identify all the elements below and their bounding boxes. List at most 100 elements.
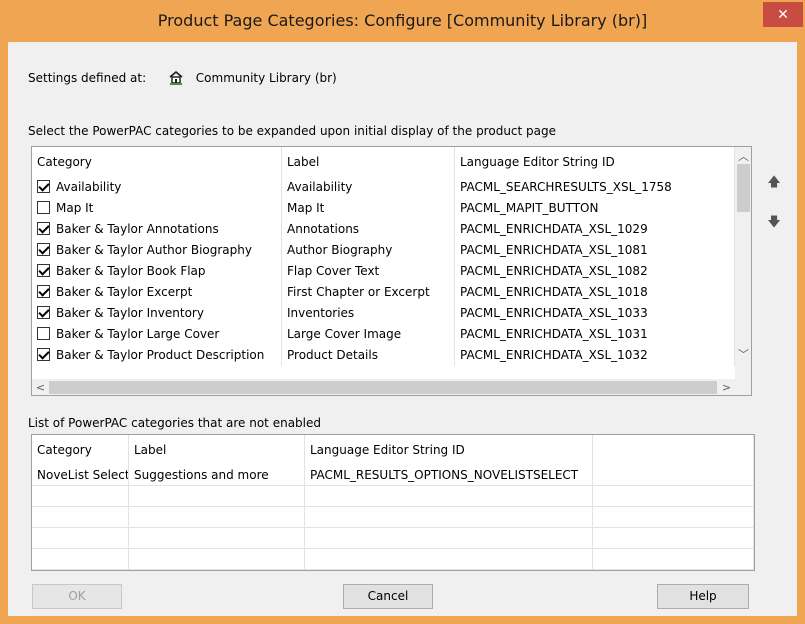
enabled-checkbox[interactable]: [37, 243, 50, 256]
grid-header: Category Label Language Editor String ID: [32, 147, 735, 177]
table-row[interactable]: Baker & Taylor Book Flap Flap Cover Text P…: [32, 261, 735, 282]
category-cell: Baker & Taylor Author Biography: [32, 240, 282, 261]
close-button[interactable]: ✕: [763, 2, 803, 27]
enabled-checkbox[interactable]: [37, 222, 50, 235]
empty-row: [32, 507, 754, 528]
string-id-cell: [305, 507, 593, 528]
move-down-button[interactable]: 🡇: [762, 212, 786, 236]
enabled-checkbox[interactable]: [37, 285, 50, 298]
category-cell: Baker & Taylor Book Flap: [32, 261, 282, 282]
category-cell: Availability: [32, 177, 282, 198]
category-cell: Baker & Taylor Excerpt: [32, 282, 282, 303]
scroll-down-icon[interactable]: ﹀: [735, 345, 751, 362]
dialog-body: Settings defined at: Community Library (…: [8, 42, 797, 616]
string-id-cell: PACML_ENRICHDATA_XSL_1033: [455, 303, 735, 324]
enabled-categories-grid[interactable]: Category Label Language Editor String ID…: [31, 146, 752, 396]
cancel-button[interactable]: Cancel: [343, 584, 433, 609]
string-id-cell: PACML_MAPIT_BUTTON: [455, 198, 735, 219]
column-header-label[interactable]: Label: [282, 147, 455, 177]
empty-cell: [593, 465, 754, 486]
window-title: Product Page Categories: Configure [Comm…: [157, 11, 648, 30]
scroll-up-icon[interactable]: ︿: [735, 147, 751, 164]
category-cell: Baker & Taylor Product Description: [32, 345, 282, 366]
category-cell: Baker & Taylor Annotations: [32, 219, 282, 240]
category-name: Baker & Taylor Product Description: [56, 348, 265, 362]
category-name: Baker & Taylor Book Flap: [56, 264, 206, 278]
scroll-left-icon[interactable]: <: [32, 379, 49, 395]
category-name: Baker & Taylor Large Cover: [56, 327, 220, 341]
category-cell: [32, 486, 129, 507]
column-header-category[interactable]: Category: [32, 435, 129, 465]
empty-cell: [593, 486, 754, 507]
string-id-cell: [305, 549, 593, 570]
label-cell: First Chapter or Excerpt: [282, 282, 455, 303]
column-header-string-id[interactable]: Language Editor String ID: [455, 147, 735, 177]
close-icon: ✕: [777, 6, 789, 23]
scroll-right-icon[interactable]: >: [718, 379, 735, 395]
help-button[interactable]: Help: [657, 584, 749, 609]
table-row[interactable]: Baker & Taylor Product Description Produc…: [32, 345, 735, 366]
settings-value: Community Library (br): [195, 71, 337, 85]
label-cell: Inventories: [282, 303, 455, 324]
label-cell: Map It: [282, 198, 455, 219]
grid-header: Category Label Language Editor String ID: [32, 435, 754, 465]
string-id-cell: PACML_ENRICHDATA_XSL_1032: [455, 345, 735, 366]
category-cell: [32, 528, 129, 549]
table-row[interactable]: NoveList Select Suggestions and more PACML…: [32, 465, 754, 486]
category-cell: NoveList Select: [32, 465, 129, 486]
enabled-checkbox[interactable]: [37, 201, 50, 214]
disabled-categories-grid[interactable]: Category Label Language Editor String ID…: [31, 434, 755, 571]
label-cell: Annotations: [282, 219, 455, 240]
column-header-string-id[interactable]: Language Editor String ID: [305, 435, 593, 465]
column-header-category[interactable]: Category: [32, 147, 282, 177]
table-row[interactable]: Baker & Taylor Large Cover Large Cover Im…: [32, 324, 735, 345]
enabled-checkbox[interactable]: [37, 264, 50, 277]
label-cell: Flap Cover Text: [282, 261, 455, 282]
string-id-cell: PACML_ENRICHDATA_XSL_1082: [455, 261, 735, 282]
empty-row: [32, 486, 754, 507]
label-cell: Large Cover Image: [282, 324, 455, 345]
category-cell: Map It: [32, 198, 282, 219]
horizontal-scrollbar[interactable]: < >: [32, 379, 751, 395]
category-name: Availability: [56, 180, 122, 194]
disabled-caption: List of PowerPAC categories that are not…: [28, 416, 321, 430]
ok-button[interactable]: OK: [32, 584, 122, 609]
column-header-label[interactable]: Label: [129, 435, 305, 465]
label-cell: [129, 528, 305, 549]
title-bar[interactable]: Product Page Categories: Configure [Comm…: [0, 0, 805, 42]
string-id-cell: PACML_ENRICHDATA_XSL_1029: [455, 219, 735, 240]
enabled-checkbox[interactable]: [37, 348, 50, 361]
string-id-cell: [305, 486, 593, 507]
enabled-checkbox[interactable]: [37, 306, 50, 319]
vertical-scrollbar[interactable]: ︿ ﹀: [735, 147, 751, 379]
settings-label: Settings defined at:: [28, 71, 147, 85]
label-cell: Availability: [282, 177, 455, 198]
table-row[interactable]: Baker & Taylor Author Biography Author Bi…: [32, 240, 735, 261]
settings-defined-at: Settings defined at: Community Library (…: [28, 70, 337, 86]
category-name: Map It: [56, 201, 94, 215]
string-id-cell: [305, 528, 593, 549]
arrow-down-icon: 🡇: [767, 215, 781, 230]
scroll-thumb[interactable]: [737, 164, 750, 212]
category-name: Baker & Taylor Inventory: [56, 306, 204, 320]
column-header-empty: [593, 435, 754, 465]
table-row[interactable]: Baker & Taylor Inventory Inventories PACML…: [32, 303, 735, 324]
enabled-checkbox[interactable]: [37, 180, 50, 193]
label-cell: [129, 486, 305, 507]
empty-row: [32, 528, 754, 549]
empty-row: [32, 549, 754, 570]
table-row[interactable]: Availability Availability PACML_SEARCHRESU…: [32, 177, 735, 198]
category-cell: [32, 507, 129, 528]
table-row[interactable]: Baker & Taylor Annotations Annotations PAC…: [32, 219, 735, 240]
label-cell: [129, 549, 305, 570]
string-id-cell: PACML_ENRICHDATA_XSL_1018: [455, 282, 735, 303]
label-cell: [129, 507, 305, 528]
category-name: Baker & Taylor Excerpt: [56, 285, 193, 299]
table-row[interactable]: Baker & Taylor Excerpt First Chapter or E…: [32, 282, 735, 303]
enabled-checkbox[interactable]: [37, 327, 50, 340]
table-row[interactable]: Map It Map It PACML_MAPIT_BUTTON: [32, 198, 735, 219]
arrow-up-icon: 🡅: [767, 175, 781, 190]
scroll-thumb-horizontal[interactable]: [49, 381, 717, 394]
move-up-button[interactable]: 🡅: [762, 172, 786, 196]
category-name: Baker & Taylor Annotations: [56, 222, 219, 236]
